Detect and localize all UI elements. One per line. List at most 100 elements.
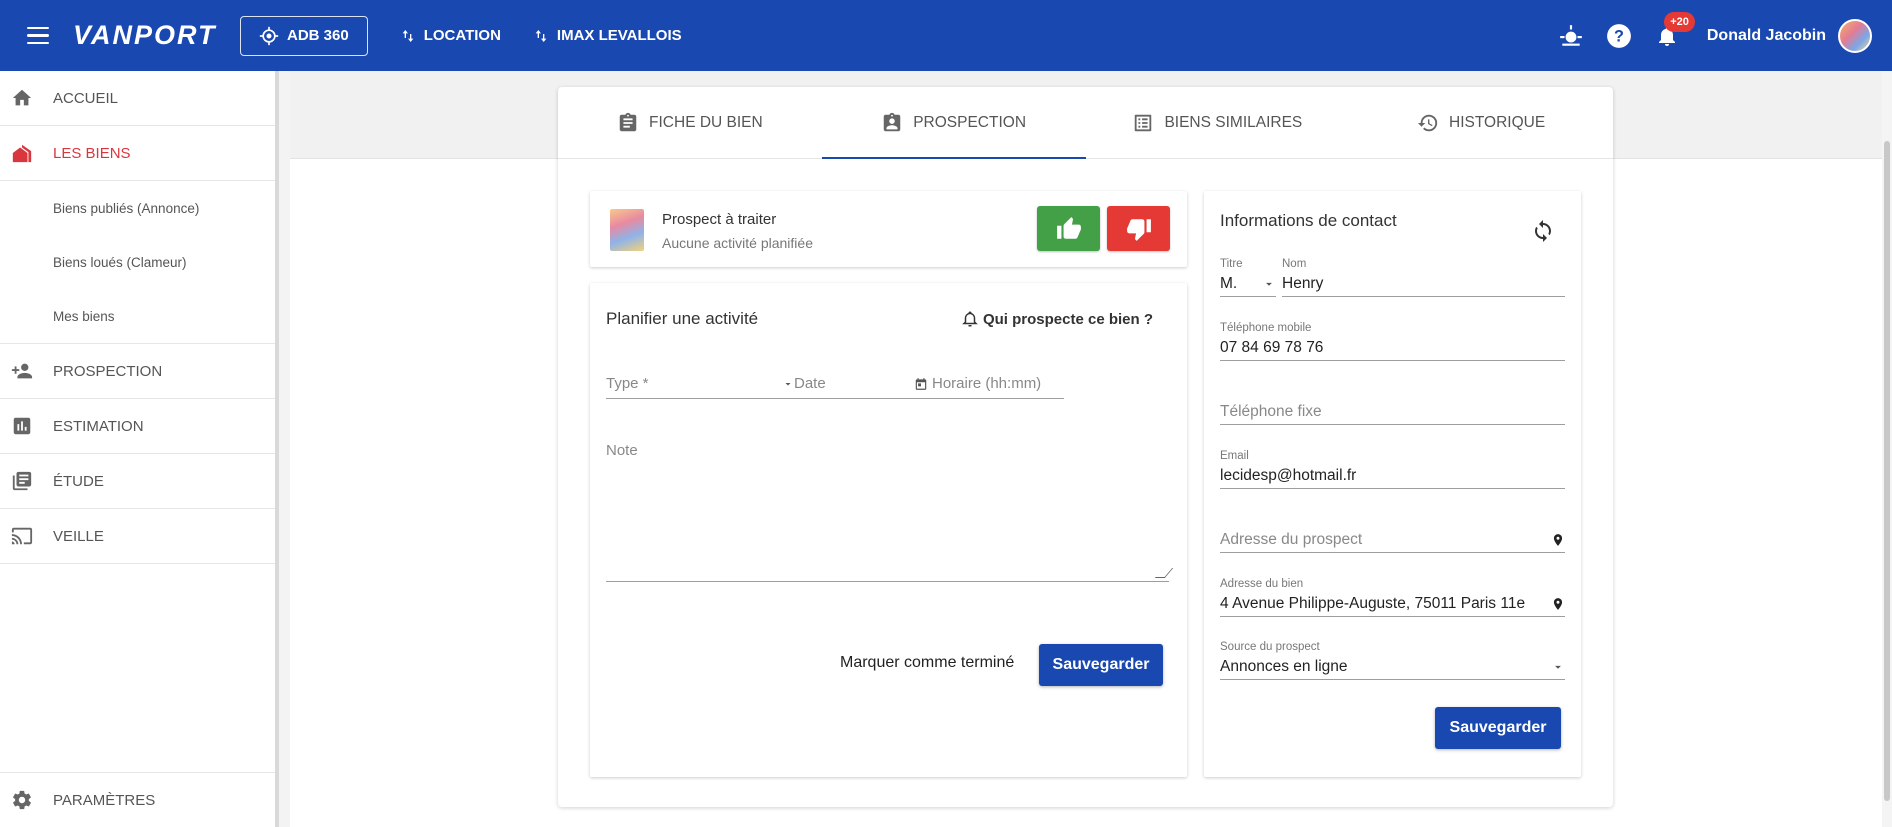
notifications-icon[interactable]: +20 xyxy=(1651,11,1695,52)
note-textarea[interactable]: Note xyxy=(606,432,1174,582)
note-placeholder: Note xyxy=(606,442,638,459)
refresh-icon[interactable] xyxy=(1531,219,1555,248)
sidebar-item-estimation[interactable]: ESTIMATION xyxy=(0,399,275,454)
hamburger-menu-icon[interactable] xyxy=(19,17,57,55)
mark-done-button[interactable]: Marquer comme terminé xyxy=(840,654,1014,672)
titre-value: M. xyxy=(1220,275,1238,292)
horaire-field[interactable]: Horaire (hh:mm) xyxy=(928,369,1064,399)
thumb-up-icon xyxy=(1056,216,1081,239)
tab-prospection[interactable]: PROSPECTION xyxy=(821,87,1086,159)
adresse-prospect-placeholder: Adresse du prospect xyxy=(1220,531,1363,548)
property-card: FICHE DU BIEN PROSPECTION BIENS SIMILAIR… xyxy=(558,87,1613,807)
gear-icon xyxy=(11,789,33,811)
location-label: LOCATION xyxy=(423,27,501,44)
date-field[interactable]: Date xyxy=(794,369,928,399)
sidebar-item-veille[interactable]: VEILLE xyxy=(0,509,275,564)
contact-save-button[interactable]: Sauvegarder xyxy=(1435,707,1561,749)
theme-toggle-icon[interactable] xyxy=(1555,20,1587,52)
thumb-down-button[interactable] xyxy=(1107,206,1170,251)
sidebar-subitem-biens-publies[interactable]: Biens publiés (Annonce) xyxy=(0,181,275,235)
mobile-phone-field[interactable]: Téléphone mobile 07 84 69 78 76 xyxy=(1220,322,1565,361)
top-right-actions: ? +20 Donald Jacobin xyxy=(1539,0,1872,71)
sidebar-subitem-mes-biens[interactable]: Mes biens xyxy=(0,289,275,343)
bell-alert-icon xyxy=(962,311,978,327)
cast-icon xyxy=(11,525,33,547)
sidebar-item-etude[interactable]: ÉTUDE xyxy=(0,454,275,509)
sidebar-item-les-biens[interactable]: LES BIENS xyxy=(0,126,275,181)
tab-historique[interactable]: HISTORIQUE xyxy=(1349,87,1613,158)
source-label: Source du prospect xyxy=(1220,641,1320,653)
contact-info-title: Informations de contact xyxy=(1220,211,1397,230)
buildings-icon xyxy=(11,142,33,164)
list-alt-icon xyxy=(1135,114,1152,131)
tab-fiche-du-bien[interactable]: FICHE DU BIEN xyxy=(558,87,822,158)
sidebar-item-label: ACCUEIL xyxy=(53,89,119,107)
prospect-status-subtitle: Aucune activité planifiée xyxy=(662,235,813,251)
sidebar-item-label: ESTIMATION xyxy=(53,417,144,435)
adb-360-button[interactable]: ADB 360 xyxy=(240,15,368,56)
user-avatar[interactable] xyxy=(1838,18,1872,53)
tab-biens-similaires[interactable]: BIENS SIMILAIRES xyxy=(1086,87,1350,158)
prospect-address-field[interactable]: Adresse du prospect xyxy=(1220,514,1565,553)
home-icon xyxy=(11,87,33,109)
sidebar-item-label: PARAMÈTRES xyxy=(53,791,156,809)
type-select[interactable]: Type * xyxy=(606,369,794,399)
sidebar-item-prospection[interactable]: PROSPECTION xyxy=(0,344,275,399)
adresse-bien-value: 4 Avenue Philippe-Auguste, 75011 Paris 1… xyxy=(1220,595,1526,612)
qui-prospecte-label: Qui prospecte ce bien ? xyxy=(982,310,1153,328)
contact-info-card: Informations de contact Titre M. Nom Hen… xyxy=(1204,191,1581,777)
adresse-bien-label: Adresse du bien xyxy=(1220,578,1304,590)
top-app-bar: VANPORT ADB 360 LOCATION IMAX LEVALLOIS … xyxy=(0,0,1892,71)
prospect-source-select[interactable]: Source du prospect Annonces en ligne xyxy=(1220,641,1565,680)
agency-link[interactable]: IMAX LEVALLOIS xyxy=(533,27,682,44)
sidebar: ACCUEIL LES BIENS Biens publiés (Annonce… xyxy=(0,71,279,827)
swap-vertical-icon xyxy=(535,29,547,42)
sidebar-item-label: VEILLE xyxy=(53,527,104,545)
thumb-up-button[interactable] xyxy=(1037,206,1100,251)
tabs-bar: FICHE DU BIEN PROSPECTION BIENS SIMILAIR… xyxy=(558,87,1613,159)
mobile-label: Téléphone mobile xyxy=(1220,322,1312,334)
qui-prospecte-link[interactable]: Qui prospecte ce bien ? xyxy=(961,310,1153,328)
sidebar-item-parametres[interactable]: PARAMÈTRES xyxy=(0,772,275,827)
nom-label: Nom xyxy=(1282,258,1307,270)
sidebar-item-label: LES BIENS xyxy=(53,144,131,162)
nom-field[interactable]: Nom Henry xyxy=(1282,258,1565,297)
plan-activity-card: Planifier une activité Qui prospecte ce … xyxy=(590,283,1187,777)
prospect-status-card: Prospect à traiter Aucune activité plani… xyxy=(590,191,1187,267)
swap-vertical-icon xyxy=(402,29,414,42)
property-thumbnail xyxy=(610,209,644,251)
clipboard-icon xyxy=(619,112,637,131)
titre-select[interactable]: Titre M. xyxy=(1220,258,1276,297)
help-icon[interactable]: ? xyxy=(1603,20,1635,52)
plan-activity-title: Planifier une activité xyxy=(606,309,759,328)
tab-label: BIENS SIMILAIRES xyxy=(1164,113,1303,131)
app-logo[interactable]: VANPORT xyxy=(73,20,215,51)
sidebar-item-label: ÉTUDE xyxy=(53,472,104,490)
fixed-phone-field[interactable]: Téléphone fixe xyxy=(1220,386,1565,425)
thumb-down-icon xyxy=(1126,218,1151,241)
history-icon xyxy=(1417,114,1438,131)
bar-chart-icon xyxy=(11,415,33,437)
scrollbar-thumb[interactable] xyxy=(1884,141,1890,801)
horaire-placeholder: Horaire (hh:mm) xyxy=(932,375,1042,392)
email-value: lecidesp@hotmail.fr xyxy=(1220,467,1357,484)
plan-save-button[interactable]: Sauvegarder xyxy=(1039,644,1163,686)
sidebar-item-accueil[interactable]: ACCUEIL xyxy=(0,71,275,126)
textarea-resize-handle[interactable] xyxy=(1154,568,1174,578)
fixe-placeholder: Téléphone fixe xyxy=(1220,403,1322,420)
assignment-ind-icon xyxy=(883,112,901,131)
location-link[interactable]: LOCATION xyxy=(400,27,501,44)
page-scrollbar[interactable] xyxy=(1882,71,1892,827)
svg-text:?: ? xyxy=(1614,27,1624,45)
prospect-status-title: Prospect à traiter xyxy=(662,211,777,228)
nom-value: Henry xyxy=(1282,275,1324,292)
source-value: Annonces en ligne xyxy=(1220,658,1348,675)
adb-360-label: ADB 360 xyxy=(287,27,349,44)
email-field[interactable]: Email lecidesp@hotmail.fr xyxy=(1220,450,1565,489)
tab-label: HISTORIQUE xyxy=(1449,113,1546,131)
user-name[interactable]: Donald Jacobin xyxy=(1707,27,1826,45)
property-address-field[interactable]: Adresse du bien 4 Avenue Philippe-August… xyxy=(1220,578,1565,617)
crosshair-icon xyxy=(259,26,279,45)
sidebar-subitem-biens-loues[interactable]: Biens loués (Clameur) xyxy=(0,235,275,289)
email-label: Email xyxy=(1220,450,1249,462)
